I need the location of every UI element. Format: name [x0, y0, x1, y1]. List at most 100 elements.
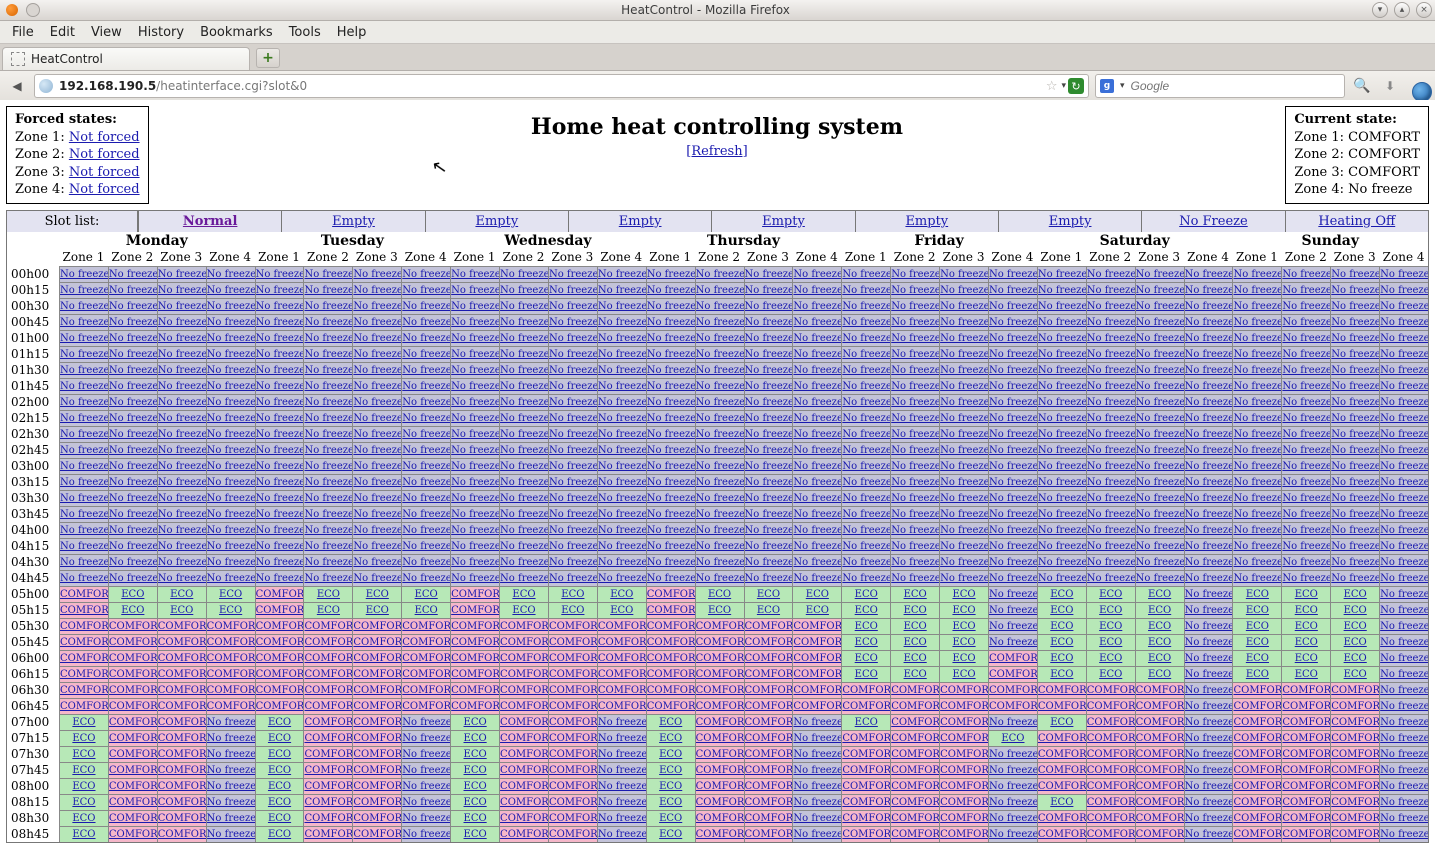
schedule-cell-link[interactable]: No freeze — [940, 477, 988, 488]
schedule-cell-link[interactable]: No freeze — [1185, 781, 1233, 792]
schedule-cell-link[interactable]: No freeze — [353, 541, 401, 552]
schedule-cell-link[interactable]: No freeze — [256, 493, 304, 504]
schedule-cell-link[interactable]: COMFORT — [158, 717, 206, 728]
schedule-cell-link[interactable]: COMFORT — [891, 781, 939, 792]
schedule-cell-link[interactable]: No freeze — [989, 509, 1037, 520]
schedule-cell-link[interactable]: COMFORT — [793, 701, 841, 712]
schedule-cell-link[interactable]: No freeze — [549, 557, 597, 568]
schedule-cell-link[interactable]: COMFORT — [1136, 701, 1184, 712]
schedule-cell-link[interactable]: No freeze — [1136, 461, 1184, 472]
schedule-cell-link[interactable]: No freeze — [891, 477, 939, 488]
schedule-cell-link[interactable]: No freeze — [256, 381, 304, 392]
schedule-cell-link[interactable]: COMFORT — [745, 749, 793, 760]
schedule-cell-link[interactable]: COMFORT — [109, 621, 157, 632]
schedule-cell-link[interactable]: No freeze — [1380, 813, 1428, 824]
page-viewport[interactable]: Forced states: Zone 1: Not forced Zone 2… — [0, 100, 1435, 865]
schedule-cell-link[interactable]: COMFORT — [745, 781, 793, 792]
schedule-cell-link[interactable]: No freeze — [402, 317, 450, 328]
schedule-cell-link[interactable]: No freeze — [1136, 285, 1184, 296]
schedule-cell-link[interactable]: No freeze — [989, 381, 1037, 392]
schedule-cell-link[interactable]: COMFORT — [647, 701, 695, 712]
schedule-cell-link[interactable]: ECO — [1099, 637, 1122, 648]
schedule-cell-link[interactable]: COMFORT — [256, 669, 304, 680]
schedule-cell-link[interactable]: ECO — [855, 621, 878, 632]
schedule-cell-link[interactable]: No freeze — [500, 429, 548, 440]
schedule-cell-link[interactable]: No freeze — [647, 461, 695, 472]
schedule-cell-link[interactable]: No freeze — [207, 445, 255, 456]
schedule-cell-link[interactable]: No freeze — [793, 509, 841, 520]
schedule-cell-link[interactable]: No freeze — [1038, 477, 1086, 488]
schedule-cell-link[interactable]: ECO — [464, 733, 487, 744]
schedule-cell-link[interactable]: No freeze — [1038, 285, 1086, 296]
schedule-cell-link[interactable]: ECO — [219, 589, 242, 600]
schedule-cell-link[interactable]: No freeze — [842, 557, 890, 568]
schedule-cell-link[interactable]: ECO — [1148, 621, 1171, 632]
slot-link-3[interactable]: Empty — [619, 214, 662, 229]
schedule-cell-link[interactable]: No freeze — [109, 461, 157, 472]
schedule-cell-link[interactable]: ECO — [1246, 669, 1269, 680]
schedule-cell-link[interactable]: No freeze — [60, 349, 108, 360]
schedule-cell-link[interactable]: ECO — [952, 637, 975, 648]
schedule-cell-link[interactable]: No freeze — [1331, 477, 1379, 488]
schedule-cell-link[interactable]: No freeze — [353, 365, 401, 376]
schedule-cell-link[interactable]: COMFORT — [451, 589, 499, 600]
schedule-cell-link[interactable]: COMFORT — [1038, 749, 1086, 760]
schedule-cell-link[interactable]: No freeze — [402, 381, 450, 392]
schedule-cell-link[interactable]: COMFORT — [696, 701, 744, 712]
schedule-cell-link[interactable]: COMFORT — [1282, 733, 1330, 744]
schedule-cell-link[interactable]: No freeze — [1185, 269, 1233, 280]
schedule-cell-link[interactable]: ECO — [610, 605, 633, 616]
schedule-cell-link[interactable]: No freeze — [891, 509, 939, 520]
schedule-cell-link[interactable]: No freeze — [60, 525, 108, 536]
schedule-cell-link[interactable]: ECO — [415, 605, 438, 616]
schedule-cell-link[interactable]: No freeze — [989, 573, 1037, 584]
schedule-cell-link[interactable]: COMFORT — [891, 797, 939, 808]
schedule-cell-link[interactable]: COMFORT — [1136, 685, 1184, 696]
schedule-cell-link[interactable]: COMFORT — [1282, 781, 1330, 792]
schedule-cell-link[interactable]: COMFORT — [158, 637, 206, 648]
schedule-cell-link[interactable]: No freeze — [549, 445, 597, 456]
schedule-cell-link[interactable]: ECO — [855, 637, 878, 648]
schedule-cell-link[interactable]: No freeze — [1038, 413, 1086, 424]
schedule-cell-link[interactable]: No freeze — [256, 477, 304, 488]
schedule-cell-link[interactable]: COMFORT — [598, 637, 646, 648]
schedule-cell-link[interactable]: No freeze — [256, 429, 304, 440]
schedule-cell-link[interactable]: No freeze — [1087, 493, 1135, 504]
schedule-cell-link[interactable]: No freeze — [207, 781, 255, 792]
schedule-cell-link[interactable]: No freeze — [353, 381, 401, 392]
schedule-cell-link[interactable]: No freeze — [451, 365, 499, 376]
schedule-cell-link[interactable]: COMFORT — [940, 701, 988, 712]
schedule-cell-link[interactable]: No freeze — [549, 381, 597, 392]
schedule-cell-link[interactable]: COMFORT — [304, 781, 352, 792]
schedule-cell-link[interactable]: No freeze — [1185, 445, 1233, 456]
schedule-cell-link[interactable]: ECO — [561, 589, 584, 600]
window-close-button[interactable]: × — [1416, 2, 1432, 18]
schedule-cell-link[interactable]: No freeze — [891, 349, 939, 360]
schedule-cell-link[interactable]: COMFORT — [549, 733, 597, 744]
schedule-cell-link[interactable]: COMFORT — [1282, 829, 1330, 840]
schedule-cell-link[interactable]: No freeze — [1087, 413, 1135, 424]
schedule-cell-link[interactable]: COMFORT — [1087, 749, 1135, 760]
schedule-cell-link[interactable]: COMFORT — [353, 637, 401, 648]
schedule-cell-link[interactable]: No freeze — [1380, 797, 1428, 808]
schedule-cell-link[interactable]: No freeze — [940, 301, 988, 312]
schedule-cell-link[interactable]: No freeze — [1233, 429, 1281, 440]
schedule-cell-link[interactable]: No freeze — [598, 493, 646, 504]
schedule-cell-link[interactable]: No freeze — [402, 765, 450, 776]
schedule-cell-link[interactable]: No freeze — [402, 781, 450, 792]
schedule-cell-link[interactable]: No freeze — [745, 573, 793, 584]
schedule-cell-link[interactable]: COMFORT — [304, 813, 352, 824]
schedule-cell-link[interactable]: ECO — [268, 749, 291, 760]
schedule-cell-link[interactable]: No freeze — [598, 333, 646, 344]
schedule-cell-link[interactable]: No freeze — [940, 541, 988, 552]
schedule-cell-link[interactable]: No freeze — [207, 317, 255, 328]
schedule-cell-link[interactable]: No freeze — [1282, 445, 1330, 456]
schedule-cell-link[interactable]: COMFORT — [793, 621, 841, 632]
schedule-cell-link[interactable]: COMFORT — [1233, 733, 1281, 744]
schedule-cell-link[interactable]: No freeze — [1380, 557, 1428, 568]
schedule-cell-link[interactable]: No freeze — [158, 509, 206, 520]
schedule-cell-link[interactable]: COMFORT — [842, 749, 890, 760]
schedule-cell-link[interactable]: No freeze — [598, 269, 646, 280]
schedule-cell-link[interactable]: COMFORT — [1331, 749, 1379, 760]
schedule-cell-link[interactable]: No freeze — [207, 301, 255, 312]
